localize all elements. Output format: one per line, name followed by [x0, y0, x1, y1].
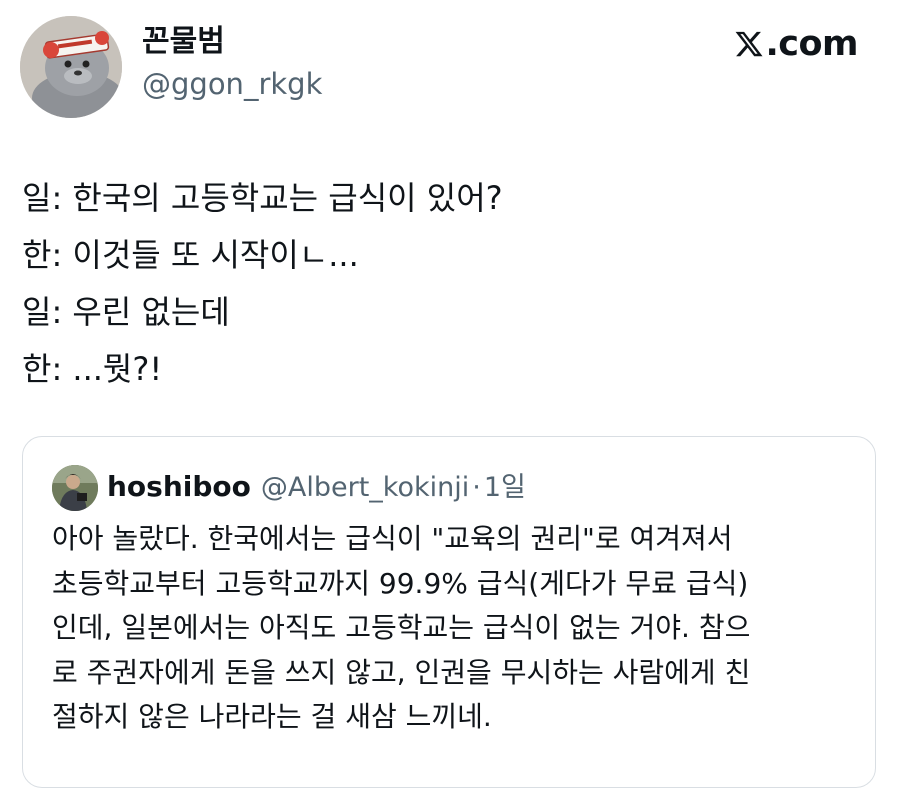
author-name[interactable]: 꼰물범 [142, 22, 225, 62]
tweet-text: 일: 한국의 고등학교는 급식이 있어? 한: 이것들 또 시작이ㄴ... 일:… [22, 170, 872, 398]
quoted-author-name[interactable]: hoshiboo [107, 467, 251, 507]
quoted-tweet-line: 인데, 일본에서는 아직도 고등학교는 급식이 없는 거야. 참으 [52, 611, 751, 644]
person-avatar-icon [52, 465, 98, 511]
tweet-line: 일: 우린 없는데 [22, 293, 230, 331]
seal-avatar-icon [20, 16, 122, 118]
x-logo-icon [736, 31, 763, 57]
quoted-author-handle[interactable]: @Albert_kokinji [261, 468, 469, 508]
author-handle[interactable]: @ggon_rkgk [142, 64, 322, 104]
x-brand: .com [734, 22, 858, 66]
quoted-tweet-card[interactable]: hoshiboo @Albert_kokinji · 1일 아아 놀랐다. 한국… [22, 436, 876, 788]
separator-dot: · [472, 472, 481, 503]
tweet-line: 한: 이것들 또 시작이ㄴ... [22, 236, 359, 274]
quoted-tweet-line: 초등학교부터 고등학교까지 99.9% 급식(게다가 무료 급식) [52, 566, 749, 600]
brand-label: .com [765, 24, 858, 64]
author-avatar[interactable] [20, 16, 122, 118]
tweet-line: 한: ...뭣?! [22, 350, 163, 388]
quoted-tweet-time[interactable]: 1일 [484, 468, 526, 508]
quoted-tweet-line: 로 주권자에게 돈을 쓰지 않고, 인권을 무시하는 사람에게 친 [52, 655, 751, 689]
quoted-tweet-text: 아아 놀랐다. 한국에서는 급식이 "교육의 권리"로 여겨져서 초등학교부터 … [52, 517, 852, 740]
tweet-screenshot: 꼰물범 @ggon_rkgk .com 일: 한국의 고등학교는 급식이 있어?… [0, 0, 900, 808]
tweet-line: 일: 한국의 고등학교는 급식이 있어? [22, 179, 503, 217]
quoted-tweet-header: hoshiboo @Albert_kokinji · 1일 [107, 467, 526, 508]
quoted-tweet-line: 절하지 않은 나라라는 걸 새삼 느끼네. [52, 700, 492, 733]
quoted-tweet-line: 아아 놀랐다. 한국에서는 급식이 "교육의 권리"로 여겨져서 [52, 522, 733, 555]
quoted-author-avatar[interactable] [52, 465, 98, 511]
